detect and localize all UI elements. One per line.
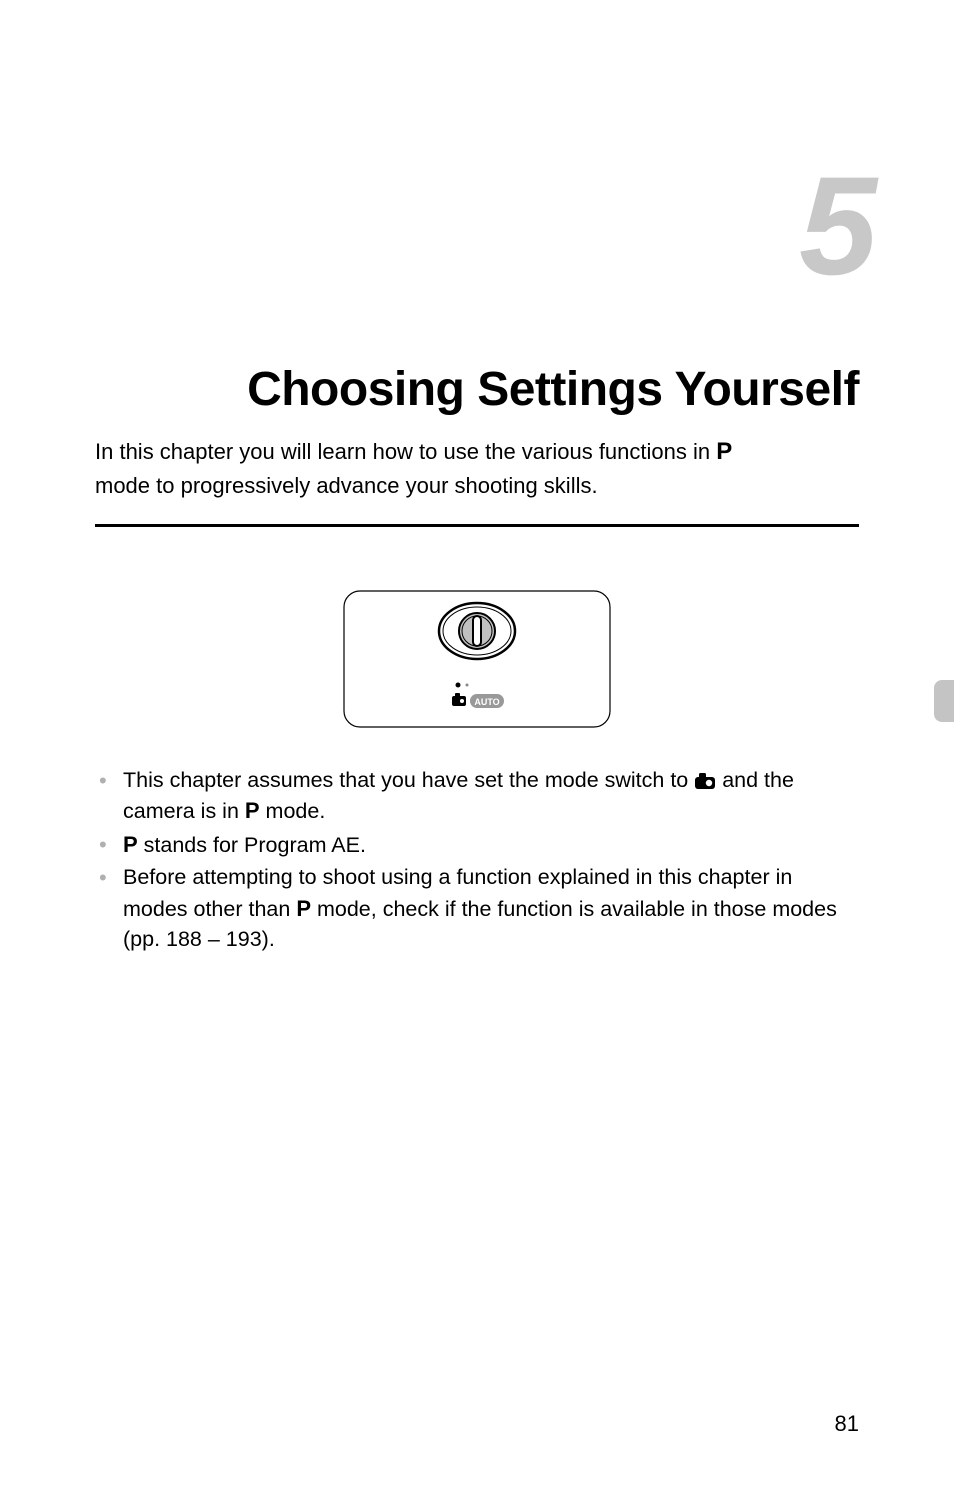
bullet-2-text: stands for Program AE. [138,833,366,857]
bullet-1-text-3: mode. [260,799,326,823]
p-mode-icon: P [296,896,311,921]
camera-diagram: AUTO [342,589,612,729]
bullet-item-1: This chapter assumes that you have set t… [95,765,859,827]
chapter-number: 5 [95,145,869,307]
bullet-1-text-1: This chapter assumes that you have set t… [123,768,694,792]
page-tab-indicator [934,680,954,722]
bullet-item-3: Before attempting to shoot using a funct… [95,862,859,955]
camera-icon [694,773,716,789]
section-divider [95,524,859,527]
p-mode-icon: P [123,832,138,857]
p-mode-icon: P [245,798,260,823]
bullet-list: This chapter assumes that you have set t… [95,765,859,955]
p-mode-icon: P [716,435,732,470]
svg-text:AUTO: AUTO [474,697,499,707]
page-number: 81 [835,1411,859,1437]
document-page: 5 Choosing Settings Yourself In this cha… [0,145,954,1490]
chapter-intro: In this chapter you will learn how to us… [95,435,859,502]
intro-text-2: mode to progressively advance your shoot… [95,470,859,502]
chapter-title: Choosing Settings Yourself [95,362,859,417]
bullet-item-2: P stands for Program AE. [95,829,859,861]
intro-text-1: In this chapter you will learn how to us… [95,439,716,464]
